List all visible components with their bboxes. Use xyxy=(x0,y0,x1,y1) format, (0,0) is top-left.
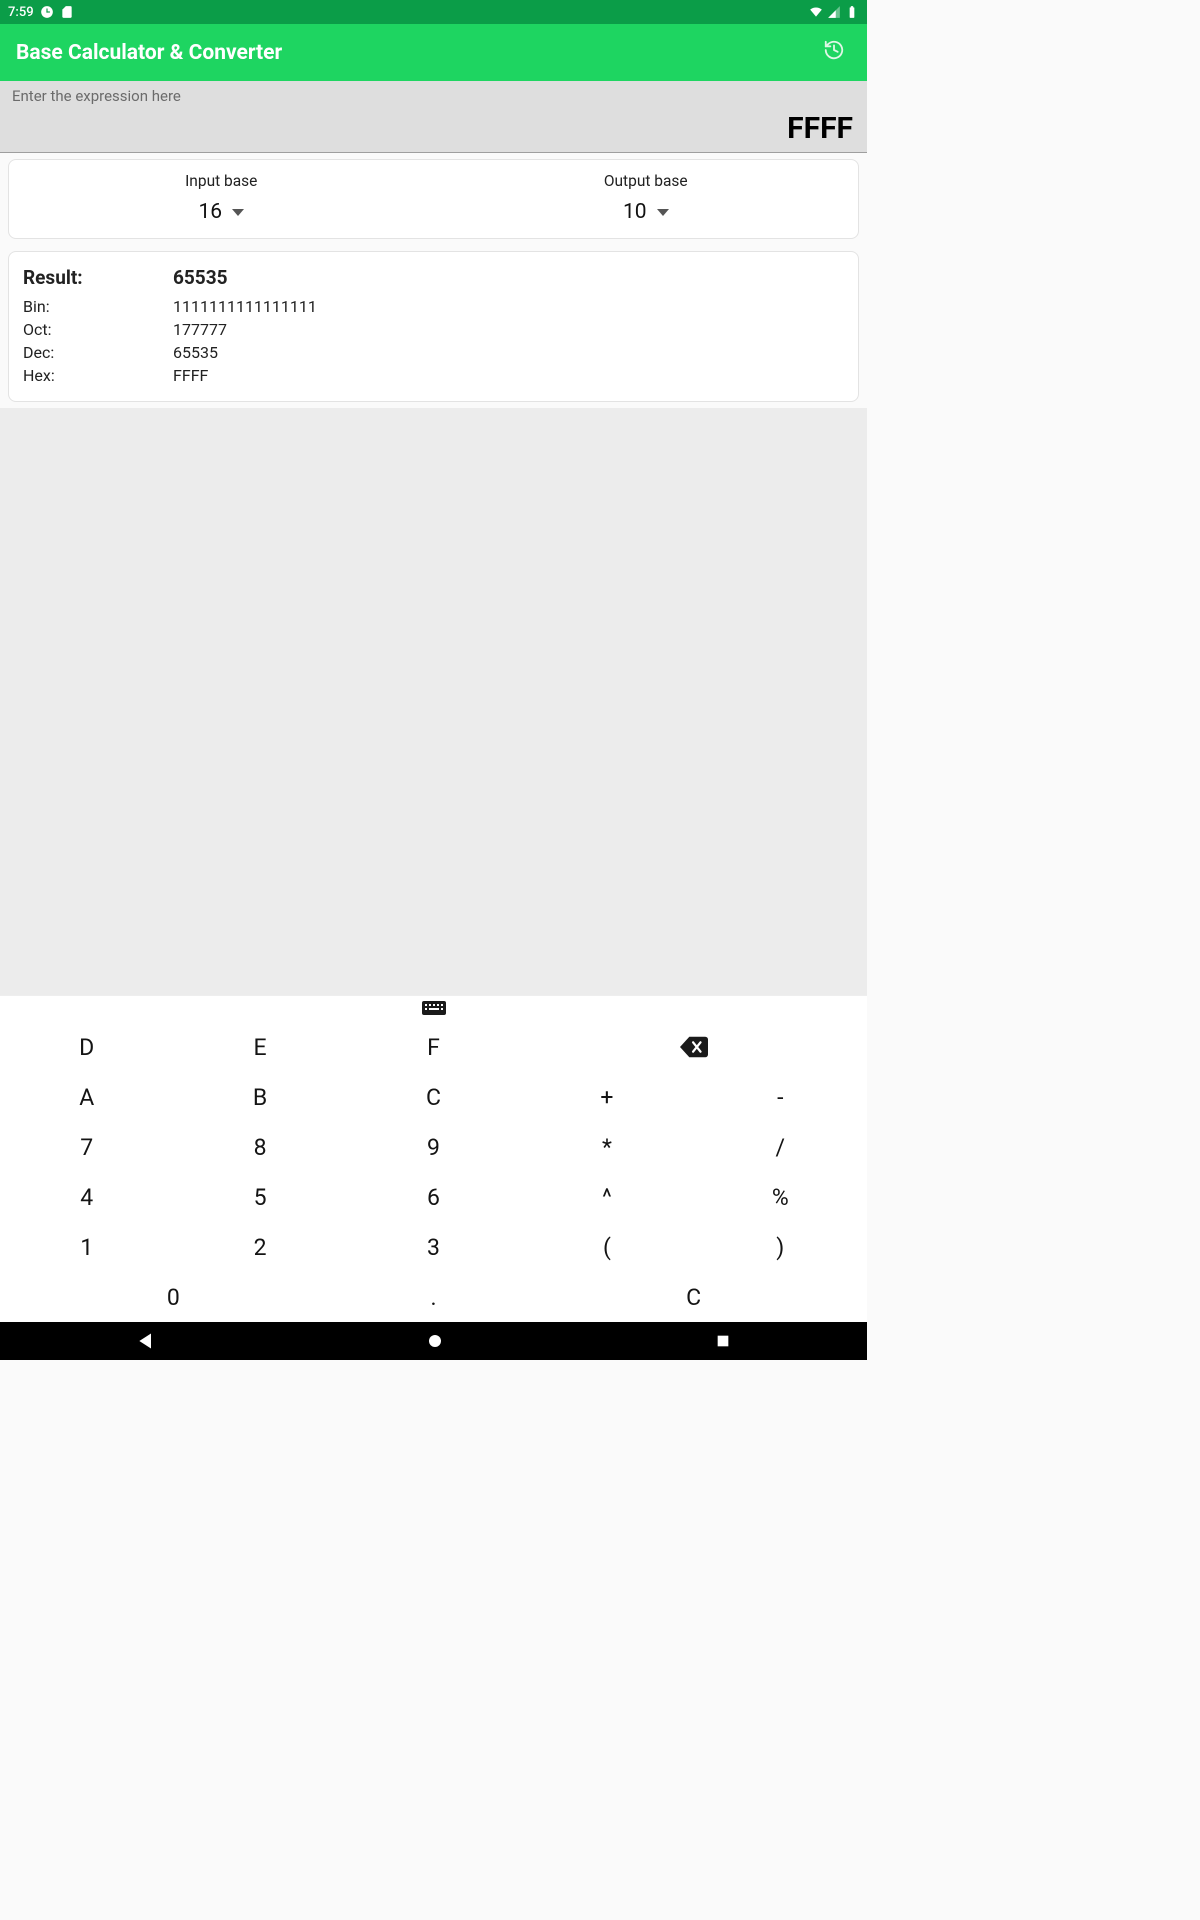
status-time: 7:59 xyxy=(8,5,34,20)
key-4[interactable]: 4 xyxy=(0,1172,173,1222)
key-divide[interactable]: / xyxy=(694,1122,867,1172)
wifi-icon xyxy=(809,5,823,19)
cell-signal-icon xyxy=(827,5,841,19)
keypad-area: D E F A B C + - 7 8 9 * / 4 5 6 ^ xyxy=(0,995,867,1322)
key-power[interactable]: ^ xyxy=(520,1172,693,1222)
input-base-dropdown[interactable]: 16 xyxy=(198,200,244,224)
output-base-dropdown[interactable]: 10 xyxy=(623,200,669,224)
key-1[interactable]: 1 xyxy=(0,1222,173,1272)
key-c-hex[interactable]: C xyxy=(347,1072,520,1122)
keypad: D E F A B C + - 7 8 9 * / 4 5 6 ^ xyxy=(0,1022,867,1322)
chevron-down-icon xyxy=(657,209,669,216)
key-0[interactable]: 0 xyxy=(0,1272,347,1322)
expression-input[interactable]: Enter the expression here FFFF xyxy=(0,81,867,153)
key-2[interactable]: 2 xyxy=(173,1222,346,1272)
app-bar: Base Calculator & Converter xyxy=(0,24,867,81)
sd-card-icon xyxy=(60,5,74,19)
android-navbar xyxy=(0,1322,867,1360)
result-value: 65535 xyxy=(173,264,317,295)
key-5[interactable]: 5 xyxy=(173,1172,346,1222)
result-label: Result: xyxy=(23,264,173,295)
keyboard-toggle-button[interactable] xyxy=(0,996,867,1022)
key-e[interactable]: E xyxy=(173,1022,346,1072)
bin-label: Bin: xyxy=(23,295,173,318)
status-app-icon xyxy=(40,5,54,19)
output-base-value: 10 xyxy=(623,200,647,224)
spacer xyxy=(0,408,867,995)
key-7[interactable]: 7 xyxy=(0,1122,173,1172)
hex-value: FFFF xyxy=(173,364,317,387)
oct-value: 177777 xyxy=(173,318,317,341)
key-b[interactable]: B xyxy=(173,1072,346,1122)
key-rparen[interactable]: ) xyxy=(694,1222,867,1272)
base-selector-card: Input base 16 Output base 10 xyxy=(8,159,859,239)
expression-placeholder: Enter the expression here xyxy=(12,87,855,105)
expression-value: FFFF xyxy=(787,111,853,146)
output-base-label: Output base xyxy=(434,172,859,190)
nav-home-icon[interactable] xyxy=(427,1333,443,1349)
nav-recent-icon[interactable] xyxy=(715,1333,731,1349)
key-percent[interactable]: % xyxy=(694,1172,867,1222)
key-a[interactable]: A xyxy=(0,1072,173,1122)
backspace-icon xyxy=(680,1036,708,1058)
input-base-value: 16 xyxy=(198,200,222,224)
dec-value: 65535 xyxy=(173,341,317,364)
key-8[interactable]: 8 xyxy=(173,1122,346,1172)
history-icon xyxy=(823,39,845,61)
key-minus[interactable]: - xyxy=(694,1072,867,1122)
status-bar: 7:59 xyxy=(0,0,867,24)
key-lparen[interactable]: ( xyxy=(520,1222,693,1272)
key-plus[interactable]: + xyxy=(520,1072,693,1122)
input-base-label: Input base xyxy=(9,172,434,190)
dec-label: Dec: xyxy=(23,341,173,364)
app-title: Base Calculator & Converter xyxy=(16,41,282,65)
clear-button[interactable]: C xyxy=(520,1272,867,1322)
key-6[interactable]: 6 xyxy=(347,1172,520,1222)
oct-label: Oct: xyxy=(23,318,173,341)
key-multiply[interactable]: * xyxy=(520,1122,693,1172)
keyboard-icon xyxy=(422,1000,446,1018)
backspace-button[interactable] xyxy=(520,1022,867,1072)
hex-label: Hex: xyxy=(23,364,173,387)
battery-icon xyxy=(845,5,859,19)
chevron-down-icon xyxy=(232,209,244,216)
nav-back-icon[interactable] xyxy=(136,1331,156,1351)
key-dot[interactable]: . xyxy=(347,1272,520,1322)
key-f[interactable]: F xyxy=(347,1022,520,1072)
key-9[interactable]: 9 xyxy=(347,1122,520,1172)
key-3[interactable]: 3 xyxy=(347,1222,520,1272)
bin-value: 1111111111111111 xyxy=(173,295,317,318)
key-d[interactable]: D xyxy=(0,1022,173,1072)
result-card: Result: 65535 Bin: 1111111111111111 Oct:… xyxy=(8,251,859,402)
history-button[interactable] xyxy=(817,33,851,73)
